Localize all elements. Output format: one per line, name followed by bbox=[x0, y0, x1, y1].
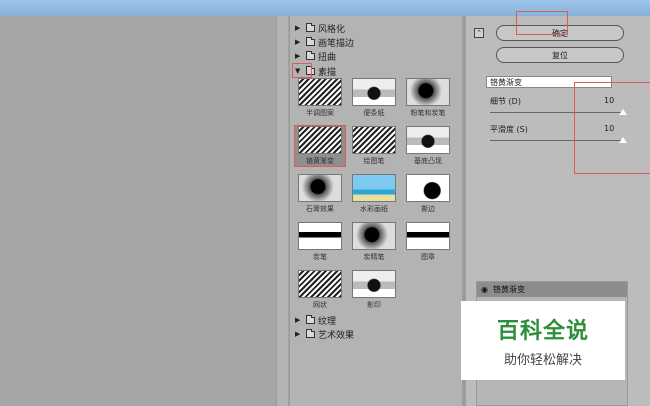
category-stylize[interactable]: ▶ 风格化 bbox=[295, 22, 346, 35]
eye-icon[interactable]: ◉ bbox=[481, 285, 488, 294]
category-distort[interactable]: ▶ 扭曲 bbox=[295, 50, 337, 63]
expand-arrow-icon: ▶ bbox=[295, 52, 301, 60]
expand-arrow-icon: ▶ bbox=[295, 330, 301, 338]
thumb-image bbox=[298, 126, 342, 154]
thumb-image bbox=[406, 78, 450, 106]
detail-slider-track[interactable] bbox=[490, 112, 623, 113]
category-label: 素描 bbox=[318, 67, 337, 78]
smoothness-value[interactable]: 10 bbox=[604, 124, 614, 133]
smoothness-label: 平滑度 (S) bbox=[490, 125, 528, 134]
watermark: 百科全说 助你轻松解决 bbox=[461, 301, 625, 380]
category-artistic[interactable]: ▶ 艺术效果 bbox=[295, 328, 355, 341]
folder-icon bbox=[306, 314, 315, 324]
thumb-image bbox=[298, 78, 342, 106]
folder-icon bbox=[306, 36, 315, 46]
title-bar bbox=[0, 0, 650, 16]
thumb-label: 影印 bbox=[367, 301, 381, 309]
category-brush-strokes[interactable]: ▶ 画笔描边 bbox=[295, 36, 355, 49]
thumb-image bbox=[352, 222, 396, 250]
filter-thumb[interactable]: 粉笔和炭笔 bbox=[403, 78, 453, 118]
ok-label: 确定 bbox=[552, 28, 568, 38]
thumb-image bbox=[298, 174, 342, 202]
thumb-label: 绘图笔 bbox=[363, 157, 385, 165]
layer-label: 铬黄渐变 bbox=[492, 285, 525, 294]
expand-arrow-icon: ▶ bbox=[295, 316, 301, 324]
category-texture[interactable]: ▶ 纹理 bbox=[295, 314, 337, 327]
filter-select-value: 铬黄渐变 bbox=[490, 77, 522, 87]
thumb-label: 粉笔和炭笔 bbox=[410, 109, 446, 117]
filter-thumb[interactable]: 撕边 bbox=[403, 174, 453, 214]
smoothness-slider-handle[interactable] bbox=[619, 137, 627, 143]
smoothness-slider-track[interactable] bbox=[490, 140, 623, 141]
category-label: 纹理 bbox=[318, 316, 337, 327]
thumb-label: 石膏效果 bbox=[306, 205, 334, 213]
category-label: 风格化 bbox=[318, 24, 346, 35]
filter-gallery-panel: ▶ 风格化 ▶ 画笔描边 ▶ 扭曲 ▼ 素描 半调图案 便条纸 粉笔和炭笔 铬黄… bbox=[289, 16, 462, 406]
chevron-up-icon[interactable]: ⌃ bbox=[474, 28, 484, 38]
filter-thumb[interactable]: 炭笔 bbox=[295, 222, 345, 262]
filter-thumb[interactable]: 半调图案 bbox=[295, 78, 345, 118]
sketch-thumbnails: 半调图案 便条纸 粉笔和炭笔 铬黄渐变 绘图笔 基底凸现 石膏效果 水彩画纸 撕… bbox=[294, 78, 455, 318]
thumb-label: 炭精笔 bbox=[363, 253, 385, 261]
preview-canvas[interactable] bbox=[0, 16, 276, 406]
folder-open-icon bbox=[306, 65, 315, 75]
thumb-image bbox=[298, 222, 342, 250]
reset-button[interactable]: 复位 bbox=[496, 47, 624, 63]
folder-icon bbox=[306, 22, 315, 32]
thumb-label: 炭笔 bbox=[313, 253, 327, 261]
filter-thumb-selected[interactable]: 铬黄渐变 bbox=[294, 125, 346, 167]
filter-thumb[interactable]: 水彩画纸 bbox=[349, 174, 399, 214]
category-sketch[interactable]: ▼ 素描 bbox=[295, 65, 337, 78]
reset-label: 复位 bbox=[552, 50, 568, 60]
effect-layer-row[interactable]: ◉ 铬黄渐变 bbox=[477, 282, 627, 297]
detail-slider-handle[interactable] bbox=[619, 109, 627, 115]
expand-arrow-icon: ▶ bbox=[295, 24, 301, 32]
detail-value[interactable]: 10 bbox=[604, 96, 614, 105]
thumb-label: 网状 bbox=[313, 301, 327, 309]
thumb-image bbox=[406, 126, 450, 154]
folder-icon bbox=[306, 328, 315, 338]
filter-gallery-dialog: ▶ 风格化 ▶ 画笔描边 ▶ 扭曲 ▼ 素描 半调图案 便条纸 粉笔和炭笔 铬黄… bbox=[0, 0, 650, 406]
filter-thumb[interactable]: 图章 bbox=[403, 222, 453, 262]
thumb-image bbox=[298, 270, 342, 298]
thumb-label: 撕边 bbox=[421, 205, 435, 213]
folder-icon bbox=[306, 50, 315, 60]
watermark-subtitle: 助你轻松解决 bbox=[503, 353, 582, 368]
category-label: 艺术效果 bbox=[318, 330, 355, 341]
thumb-image bbox=[352, 126, 396, 154]
preview-scrollbar[interactable] bbox=[276, 16, 288, 406]
thumb-label: 水彩画纸 bbox=[360, 205, 388, 213]
filter-thumb[interactable]: 炭精笔 bbox=[349, 222, 399, 262]
filter-thumb[interactable]: 石膏效果 bbox=[295, 174, 345, 214]
filter-select[interactable]: 铬黄渐变 bbox=[486, 76, 612, 88]
category-label: 画笔描边 bbox=[318, 38, 355, 49]
filter-thumb[interactable]: 绘图笔 bbox=[349, 126, 399, 166]
thumb-image bbox=[352, 174, 396, 202]
watermark-title: 百科全说 bbox=[496, 319, 589, 344]
thumb-label: 便条纸 bbox=[363, 109, 385, 117]
thumb-label: 图章 bbox=[421, 253, 435, 261]
category-label: 扭曲 bbox=[318, 52, 337, 63]
thumb-image bbox=[352, 78, 396, 106]
collapse-arrow-icon: ▼ bbox=[295, 67, 301, 75]
filter-thumb[interactable]: 影印 bbox=[349, 270, 399, 310]
thumb-image bbox=[406, 222, 450, 250]
thumb-image bbox=[352, 270, 396, 298]
thumb-label: 半调图案 bbox=[306, 109, 334, 117]
filter-thumb[interactable]: 网状 bbox=[295, 270, 345, 310]
detail-label: 细节 (D) bbox=[490, 97, 521, 106]
filter-thumb[interactable]: 便条纸 bbox=[349, 78, 399, 118]
thumb-label: 铬黄渐变 bbox=[306, 157, 334, 165]
thumb-label: 基底凸现 bbox=[414, 157, 442, 165]
thumb-image bbox=[406, 174, 450, 202]
expand-arrow-icon: ▶ bbox=[295, 38, 301, 46]
filter-thumb[interactable]: 基底凸现 bbox=[403, 126, 453, 166]
ok-button[interactable]: 确定 bbox=[496, 25, 624, 41]
